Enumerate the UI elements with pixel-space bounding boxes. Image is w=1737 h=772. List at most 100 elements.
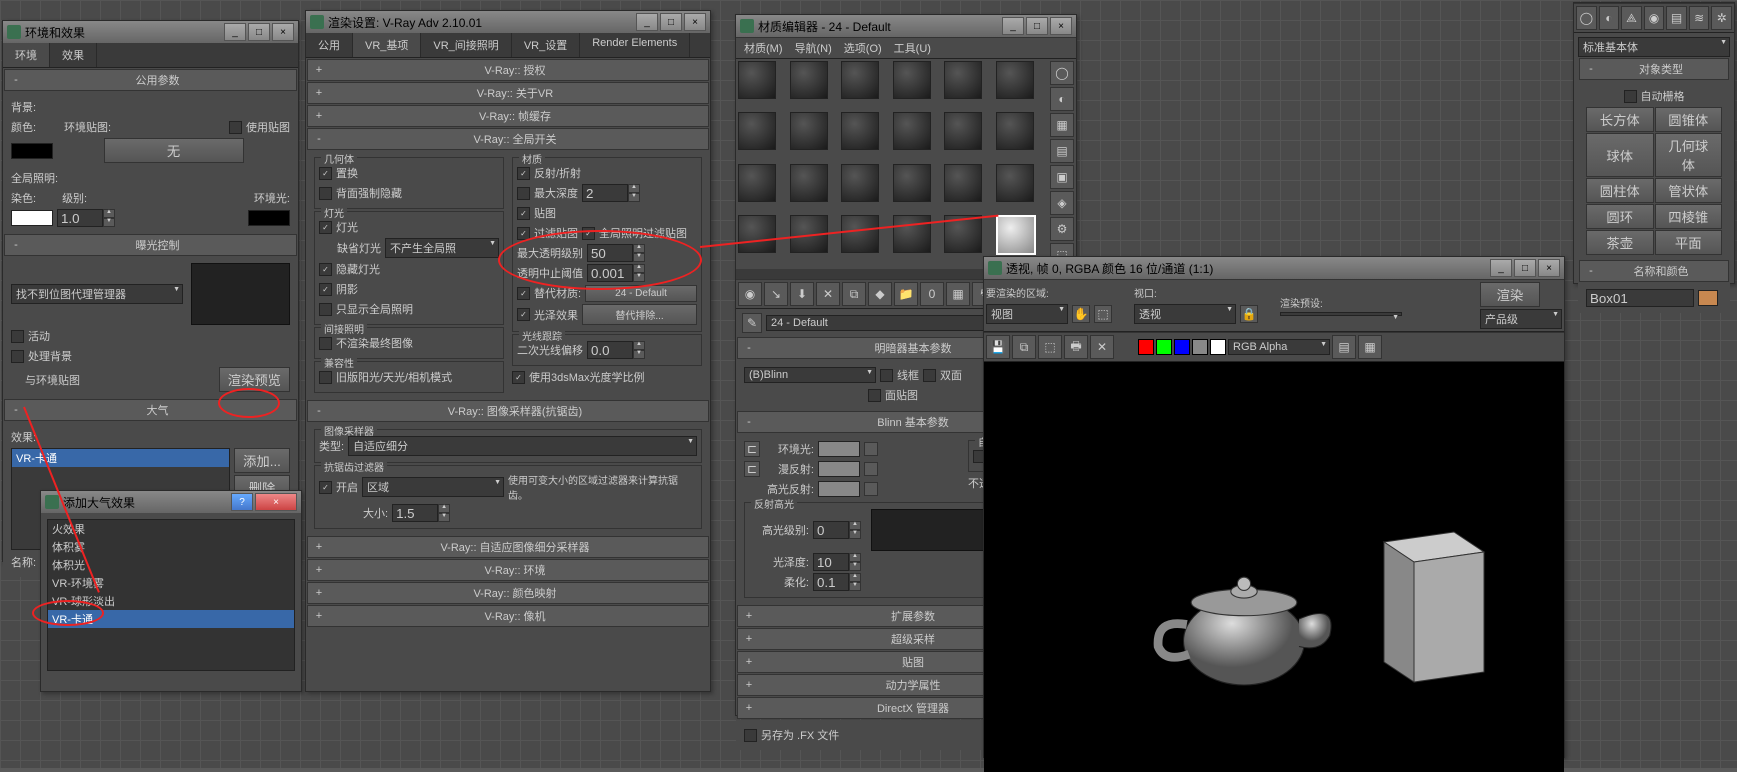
menu-util[interactable]: 工具(U) — [894, 40, 931, 56]
make-copy-icon[interactable]: ⧉ — [842, 282, 866, 306]
green-channel-icon[interactable] — [1156, 339, 1172, 355]
lock-ambient-icon[interactable]: ⊏ — [744, 441, 760, 457]
global-sw-rollout[interactable]: -V-Ray:: 全局开关 — [307, 128, 709, 150]
util2-icon[interactable]: ✲ — [1711, 6, 1732, 30]
atmo-item-vrtoon[interactable]: VR-卡通 — [48, 610, 294, 628]
mat-slot[interactable] — [841, 61, 879, 99]
lock-diffuse-icon[interactable]: ⊏ — [744, 461, 760, 477]
lock-viewport-icon[interactable]: 🔒 — [1240, 305, 1258, 323]
sl-up[interactable]: ▲ — [849, 521, 861, 530]
gl-dn[interactable]: ▼ — [849, 562, 861, 571]
aa-size-input[interactable] — [392, 504, 438, 522]
tab-vr-indirect[interactable]: VR_间接照明 — [421, 33, 511, 57]
object-color-swatch[interactable] — [1698, 290, 1718, 306]
atmo-item-vollight[interactable]: 体积光 — [48, 556, 294, 574]
close-button[interactable]: × — [272, 23, 294, 41]
show-map-icon[interactable]: ▦ — [946, 282, 970, 306]
menu-nav[interactable]: 导航(N) — [795, 40, 832, 56]
face-map-checkbox[interactable] — [868, 389, 881, 402]
put-to-lib-icon[interactable]: 📁 — [894, 282, 918, 306]
tab-common[interactable]: 公用 — [306, 33, 353, 57]
atmo-listbox[interactable]: 火效果 体积雾 体积光 VR-环境雾 VR-球形淡出 VR-卡通 — [47, 519, 295, 671]
maximize-button[interactable]: □ — [248, 23, 270, 41]
atmo-item-volfog[interactable]: 体积雾 — [48, 538, 294, 556]
specular-swatch[interactable] — [818, 481, 860, 497]
aa-filter-dropdown[interactable]: 区域 — [362, 477, 504, 497]
displacement-checkbox[interactable] — [319, 167, 332, 180]
options-icon[interactable]: ⚙ — [1050, 217, 1074, 241]
menu-options[interactable]: 选项(O) — [844, 40, 882, 56]
hierarchy-tab-icon[interactable]: ⟁ — [1621, 6, 1642, 30]
use-3dsmax-checkbox[interactable] — [512, 371, 525, 384]
specular-map-button[interactable] — [864, 482, 878, 496]
auth-rollout[interactable]: +V-Ray:: 授权 — [307, 59, 709, 81]
ambient-map-button[interactable] — [864, 442, 878, 456]
mat-slot[interactable] — [944, 164, 982, 202]
make-unique-icon[interactable]: ◆ — [868, 282, 892, 306]
active-checkbox[interactable] — [11, 330, 24, 343]
utility-tab-icon[interactable]: ≋ — [1689, 6, 1710, 30]
cone-button[interactable]: 圆锥体 — [1655, 107, 1723, 132]
gl-up[interactable]: ▲ — [849, 553, 861, 562]
auto-grid-checkbox[interactable] — [1624, 90, 1637, 103]
object-name-input[interactable] — [1586, 289, 1694, 307]
max-transp-input[interactable] — [587, 244, 633, 262]
me-min-button[interactable]: _ — [1002, 17, 1024, 35]
img-sampler-rollout[interactable]: -V-Ray:: 图像采样器(抗锯齿) — [307, 400, 709, 422]
diffuse-map-button[interactable] — [864, 462, 878, 476]
mat-slot[interactable] — [893, 164, 931, 202]
toggle-ui-icon[interactable]: ▤ — [1332, 335, 1356, 359]
max-depth-input[interactable] — [582, 184, 628, 202]
bg-color-swatch[interactable] — [11, 143, 53, 159]
backlight-icon[interactable]: ◐ — [1050, 87, 1074, 111]
max-depth-checkbox[interactable] — [517, 187, 530, 200]
teapot-button[interactable]: 茶壶 — [1586, 230, 1654, 255]
lights-checkbox[interactable] — [319, 221, 332, 234]
save-image-icon[interactable]: 💾 — [986, 335, 1010, 359]
use-map-checkbox[interactable] — [229, 121, 242, 134]
alpha-channel-icon[interactable] — [1192, 339, 1208, 355]
name-color-rollout[interactable]: -名称和颜色 — [1579, 260, 1729, 282]
background-icon[interactable]: ▦ — [1050, 113, 1074, 137]
mat-slot[interactable] — [944, 112, 982, 150]
glossy-checkbox[interactable] — [517, 308, 530, 321]
md-up[interactable]: ▲ — [628, 184, 640, 193]
mat-slot[interactable] — [893, 61, 931, 99]
ambient-swatch[interactable] — [818, 441, 860, 457]
sample-uv-icon[interactable]: ▤ — [1050, 139, 1074, 163]
rs-min-button[interactable]: _ — [636, 13, 658, 31]
atmo-close-button[interactable]: × — [255, 493, 297, 511]
rb-up[interactable]: ▲ — [633, 341, 645, 350]
red-channel-icon[interactable] — [1138, 339, 1154, 355]
object-type-rollout[interactable]: -对象类型 — [1579, 58, 1729, 80]
reset-map-icon[interactable]: ✕ — [816, 282, 840, 306]
tube-button[interactable]: 管状体 — [1655, 178, 1723, 203]
framebuf-rollout[interactable]: +V-Ray:: 帧缓存 — [307, 105, 709, 127]
sl-dn[interactable]: ▼ — [849, 530, 861, 539]
me-close-button[interactable]: × — [1050, 17, 1072, 35]
tc-up[interactable]: ▲ — [633, 264, 645, 273]
atmo-item-vrsphfade[interactable]: VR-球形淡出 — [48, 592, 294, 610]
tab-render-elements[interactable]: Render Elements — [580, 33, 690, 57]
hidden-lights-checkbox[interactable] — [319, 263, 332, 276]
mat-slot[interactable] — [841, 112, 879, 150]
get-material-icon[interactable]: ◉ — [738, 282, 762, 306]
md-dn[interactable]: ▼ — [628, 193, 640, 202]
atmo-item-vrenvfog[interactable]: VR-环境雾 — [48, 574, 294, 592]
print-icon[interactable]: 🖶 — [1064, 335, 1088, 359]
auto-region-icon[interactable]: ⬚ — [1094, 305, 1112, 323]
effect-item-vrtoon[interactable]: VR-卡通 — [12, 449, 229, 467]
mat-slot[interactable] — [944, 215, 982, 253]
camera-rollout[interactable]: +V-Ray:: 像机 — [307, 605, 709, 627]
override-mtl-checkbox[interactable] — [517, 287, 530, 300]
as-up[interactable]: ▲ — [438, 504, 450, 513]
env-map-button[interactable]: 无 — [104, 138, 244, 163]
channel-dropdown[interactable]: RGB Alpha — [1228, 339, 1330, 355]
atmosphere-rollout[interactable]: -大气 — [4, 399, 297, 421]
level-down[interactable]: ▼ — [103, 218, 115, 227]
mat-slot[interactable] — [996, 112, 1034, 150]
preset-dropdown[interactable] — [1280, 312, 1402, 316]
as-dn[interactable]: ▼ — [438, 513, 450, 522]
blue-channel-icon[interactable] — [1174, 339, 1190, 355]
tab-vr-settings[interactable]: VR_设置 — [512, 33, 580, 57]
